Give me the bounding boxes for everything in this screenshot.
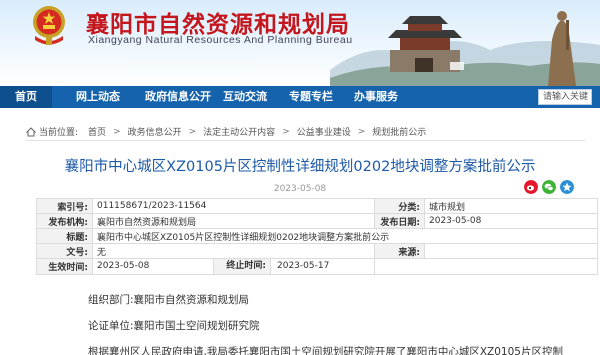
qzone-icon[interactable] bbox=[560, 180, 574, 194]
breadcrumb-prefix: 当前位置: bbox=[39, 128, 79, 138]
breadcrumb-public-welfare[interactable]: 公益事业建设 bbox=[297, 125, 351, 138]
city-gate-scenery bbox=[330, 11, 600, 86]
breadcrumb-legal-content[interactable]: 法定主动公开内容 bbox=[203, 125, 275, 138]
publish-date-label: 发布日期: bbox=[374, 213, 425, 229]
category-value: 城市规划 bbox=[424, 198, 598, 214]
nav-home[interactable]: 首页 bbox=[0, 86, 52, 108]
main-nav: 首页 网上动态 政府信息公开 互动交流 专题专栏 办事服务 请输入关键 bbox=[0, 86, 600, 108]
table-row: 标题: 襄阳市中心城区XZ0105片区控制性详细规划0202地块调整方案批前公示 bbox=[36, 228, 598, 244]
category-label: 分类: bbox=[374, 198, 425, 214]
weibo-icon[interactable] bbox=[524, 180, 538, 194]
org-paragraph: 组织部门:襄阳市自然资源和规划局 bbox=[88, 294, 250, 306]
breadcrumb-separator: > bbox=[357, 126, 366, 137]
article-date: 2023-05-08 bbox=[273, 184, 327, 194]
unit-paragraph: 论证单位:襄阳市国土空间规划研究院 bbox=[88, 320, 260, 332]
document-meta-table: 索引号: 011158671/2023-11564 分类: 城市规划 发布机构:… bbox=[36, 198, 598, 275]
site-header: 襄阳市自然资源和规划局 Xiangyang Natural Resources … bbox=[0, 0, 600, 86]
effective-expiry-cell: 2023-05-08 终止时间: 2023-05-17 bbox=[92, 258, 375, 275]
empty-cell bbox=[374, 258, 598, 275]
body-paragraph: 根据襄州区人民政府申请,我局委托襄阳市国土空间规划研究院开展了襄阳市中心城区XZ… bbox=[88, 346, 563, 355]
national-emblem-icon bbox=[33, 6, 65, 45]
subject-label: 标题: bbox=[36, 228, 93, 244]
breadcrumb-divider bbox=[26, 140, 586, 141]
docno-value: 无 bbox=[92, 243, 375, 259]
expiry-label: 终止时间: bbox=[213, 259, 271, 274]
docno-label: 文号: bbox=[36, 243, 93, 259]
subject-value: 襄阳市中心城区XZ0105片区控制性详细规划0202地块调整方案批前公示 bbox=[92, 228, 598, 244]
breadcrumb-separator: > bbox=[188, 126, 197, 137]
site-subtitle: Xiangyang Natural Resources And Planning… bbox=[88, 34, 353, 46]
expiry-value: 2023-05-17 bbox=[277, 261, 330, 271]
search-input[interactable]: 请输入关键 bbox=[538, 89, 592, 105]
wechat-icon[interactable] bbox=[542, 180, 556, 194]
table-row: 索引号: 011158671/2023-11564 分类: 城市规划 bbox=[36, 198, 598, 214]
nav-interaction[interactable]: 互动交流 bbox=[223, 86, 267, 108]
nav-news[interactable]: 网上动态 bbox=[76, 86, 120, 108]
source-label: 来源: bbox=[374, 243, 425, 259]
nav-special[interactable]: 专题专栏 bbox=[289, 86, 333, 108]
home-icon bbox=[26, 126, 36, 136]
breadcrumb-gov-info[interactable]: 政务信息公开 bbox=[128, 125, 182, 138]
breadcrumb-separator: > bbox=[113, 126, 121, 137]
nav-services[interactable]: 办事服务 bbox=[354, 86, 398, 108]
publish-date-value: 2023-05-08 bbox=[424, 213, 598, 229]
index-value: 011158671/2023-11564 bbox=[92, 198, 375, 214]
table-row: 生效时间: 2023-05-08 终止时间: 2023-05-17 bbox=[36, 258, 598, 275]
breadcrumb-planning-notice[interactable]: 规划批前公示 bbox=[372, 125, 426, 138]
effective-value: 2023-05-08 bbox=[97, 261, 150, 271]
table-row: 发布机构: 襄阳市自然资源和规划局 发布日期: 2023-05-08 bbox=[36, 213, 598, 229]
breadcrumb: 当前位置: 首页 > 政务信息公开 > 法定主动公开内容 > 公益事业建设 > … bbox=[26, 125, 426, 138]
index-label: 索引号: bbox=[36, 198, 93, 214]
publisher-value: 襄阳市自然资源和规划局 bbox=[92, 213, 375, 229]
nav-gov-info[interactable]: 政府信息公开 bbox=[145, 86, 211, 108]
table-row: 文号: 无 来源: bbox=[36, 243, 598, 259]
breadcrumb-home[interactable]: 首页 bbox=[88, 125, 106, 138]
publisher-label: 发布机构: bbox=[36, 213, 93, 229]
effective-label: 生效时间: bbox=[36, 258, 93, 275]
article-title: 襄阳市中心城区XZ0105片区控制性详细规划0202地块调整方案批前公示 bbox=[64, 159, 536, 175]
source-value bbox=[424, 243, 598, 259]
breadcrumb-separator: > bbox=[282, 126, 290, 137]
